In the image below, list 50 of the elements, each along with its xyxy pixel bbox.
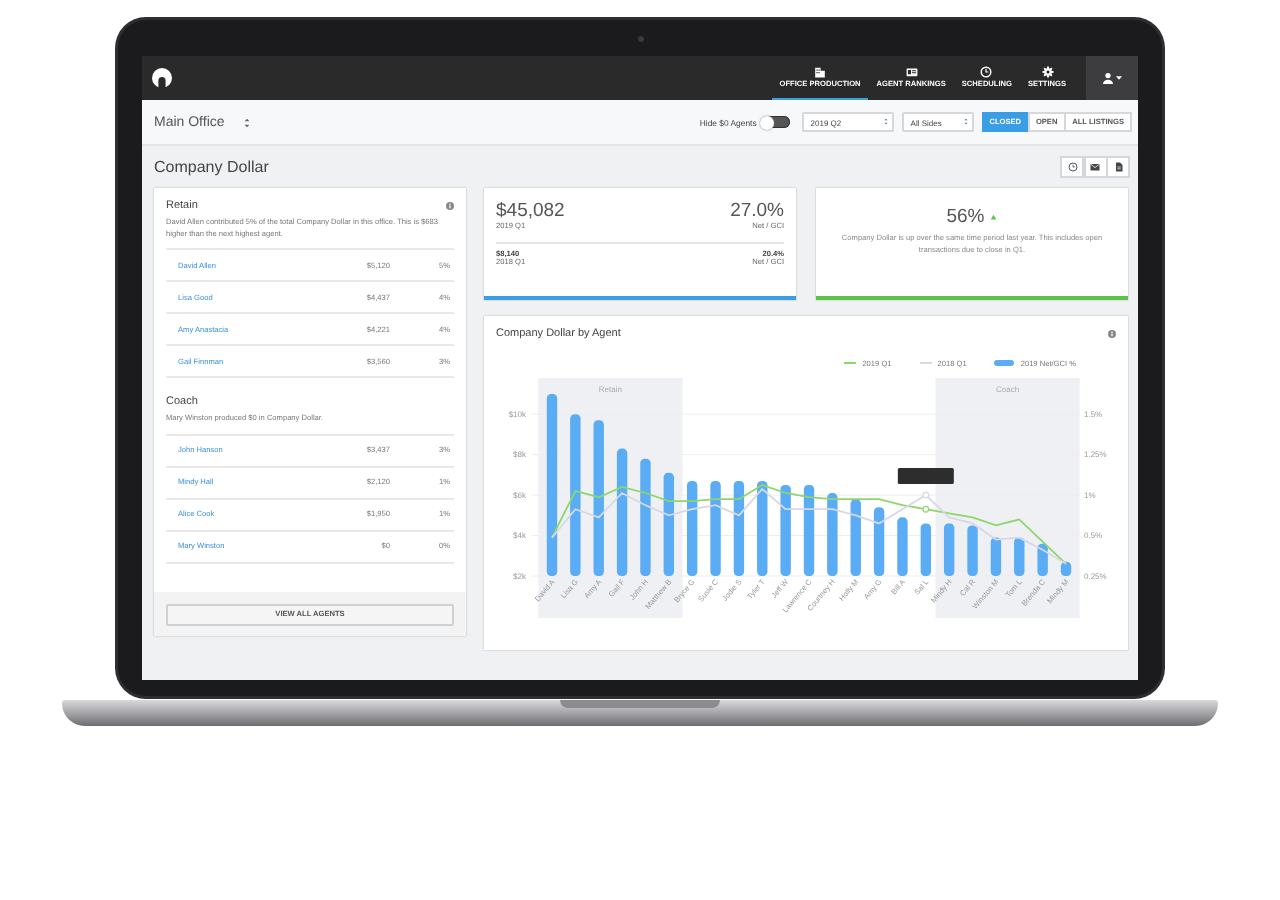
bar <box>967 525 978 576</box>
bar <box>827 493 838 576</box>
bar <box>640 458 651 576</box>
envelope-icon <box>1090 162 1101 172</box>
legend-line-swatch <box>919 362 932 364</box>
bar <box>710 480 721 576</box>
caret-icon <box>1116 76 1122 80</box>
bar <box>733 480 745 576</box>
bar <box>663 472 674 576</box>
bar <box>687 480 698 576</box>
stat-ratio: 27.0% <box>730 200 784 222</box>
bar <box>990 537 1002 576</box>
export-button[interactable] <box>1106 156 1130 178</box>
document-icon <box>1113 162 1123 172</box>
email-button[interactable] <box>1083 156 1108 178</box>
bar <box>1060 561 1072 576</box>
info-icon <box>1108 330 1116 338</box>
point-marker <box>922 491 930 499</box>
page-title: Company Dollar <box>154 158 271 176</box>
stat-value: $45,082 <box>496 200 565 222</box>
bar <box>1014 537 1025 576</box>
bar <box>897 517 908 576</box>
settings-icon <box>1041 65 1053 78</box>
sort-icon <box>964 118 969 126</box>
bar <box>850 499 861 576</box>
user-icon <box>1102 72 1114 84</box>
bar <box>757 480 768 576</box>
building-icon <box>814 65 827 78</box>
clock-icon <box>1067 162 1078 172</box>
sort-icon <box>244 117 251 127</box>
toggle-switch[interactable] <box>762 116 791 128</box>
bar <box>780 485 791 576</box>
point-marker <box>922 505 930 513</box>
bar <box>1037 543 1048 576</box>
id-card-icon <box>905 65 918 78</box>
bar <box>616 448 628 576</box>
bar <box>873 507 885 576</box>
change-percent: 56% <box>946 206 985 228</box>
sort-icon <box>884 118 889 126</box>
clock-icon <box>980 65 993 78</box>
bar <box>944 523 955 576</box>
camera-dot <box>637 36 643 42</box>
bar <box>803 485 815 576</box>
tooltip-box <box>897 468 954 484</box>
logo-icon <box>152 68 172 88</box>
legend-bar-swatch <box>994 360 1015 366</box>
info-icon <box>446 202 454 210</box>
user-menu-button[interactable] <box>1086 56 1138 100</box>
bar <box>920 523 931 576</box>
legend-line-swatch <box>844 362 857 364</box>
